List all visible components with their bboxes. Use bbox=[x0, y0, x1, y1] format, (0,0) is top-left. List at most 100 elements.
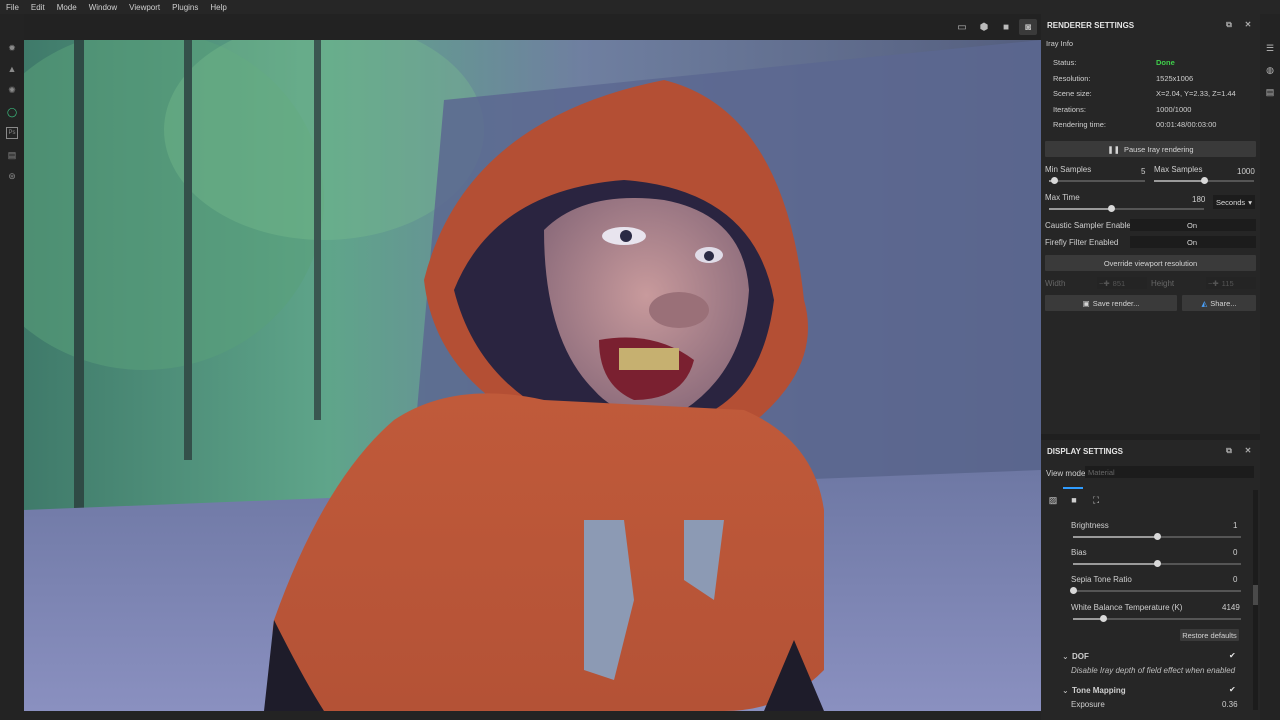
close-icon[interactable]: ✕ bbox=[1243, 20, 1253, 30]
left-toolbar: ✹ ▲ ✺ ◯ Ps ▤ ⊛ bbox=[0, 14, 24, 720]
frame-icon[interactable]: ▭ bbox=[953, 19, 971, 35]
white-balance-slider[interactable] bbox=[1073, 615, 1241, 622]
max-samples-slider[interactable] bbox=[1154, 177, 1254, 184]
save-icon: ▣ bbox=[1082, 298, 1090, 308]
min-samples-value: 5 bbox=[1141, 167, 1146, 176]
pause-iray-button[interactable]: ❚❚ Pause Iray rendering bbox=[1045, 141, 1256, 157]
firefly-label: Firefly Filter Enabled bbox=[1045, 238, 1119, 247]
close-icon[interactable]: ✕ bbox=[1243, 446, 1253, 456]
tone-mapping-checkbox[interactable]: ✔ bbox=[1229, 685, 1236, 694]
display-tab-bar: ▨ ■ ⛶ bbox=[1041, 483, 1260, 505]
exposure-value: 0.36 bbox=[1222, 700, 1238, 709]
camera-video-icon[interactable]: ■ bbox=[997, 19, 1015, 35]
display-settings-panel: DISPLAY SETTINGS ⧉ ✕ View mode Material … bbox=[1041, 440, 1260, 720]
status-value: Done bbox=[1156, 58, 1175, 67]
camera-icon[interactable]: ◙ bbox=[1019, 19, 1037, 35]
frame-tab-icon[interactable]: ⛶ bbox=[1086, 491, 1106, 509]
time-unit-select[interactable]: Seconds ▾ bbox=[1213, 195, 1255, 209]
render-image bbox=[24, 40, 1041, 711]
slider-knob[interactable] bbox=[1100, 615, 1108, 622]
exposure-label: Exposure bbox=[1071, 700, 1105, 709]
brightness-slider[interactable] bbox=[1073, 533, 1241, 540]
min-samples-slider[interactable] bbox=[1049, 177, 1145, 184]
minus-plus-icon: −✚ bbox=[1208, 278, 1219, 288]
gear-icon[interactable]: ✹ bbox=[6, 42, 18, 54]
height-input[interactable]: −✚ 115 bbox=[1206, 277, 1256, 289]
chevron-down-icon: ▾ bbox=[1248, 197, 1252, 207]
settings-icon[interactable]: ✺ bbox=[6, 84, 18, 96]
display-settings-header: DISPLAY SETTINGS ⧉ ✕ bbox=[1041, 440, 1260, 462]
max-samples-label: Max Samples bbox=[1154, 165, 1203, 174]
slider-knob[interactable] bbox=[1154, 533, 1161, 540]
max-samples-value: 1000 bbox=[1237, 167, 1255, 176]
document-icon[interactable]: ▤ bbox=[6, 149, 18, 161]
info-row-resolution: Resolution: 1525x1006 bbox=[1053, 74, 1194, 83]
sepia-value: 0 bbox=[1233, 575, 1238, 584]
bias-slider[interactable] bbox=[1073, 560, 1241, 567]
warning-icon[interactable]: ▲ bbox=[6, 63, 18, 75]
save-render-button[interactable]: ▣ Save render... bbox=[1045, 295, 1177, 311]
min-samples-label: Min Samples bbox=[1045, 165, 1092, 174]
slider-knob[interactable] bbox=[1050, 177, 1058, 184]
info-row-iterations: Iterations: 1000/1000 bbox=[1053, 105, 1192, 114]
slider-knob[interactable] bbox=[1154, 560, 1161, 567]
brightness-label: Brightness bbox=[1071, 521, 1109, 530]
caustic-toggle[interactable]: On bbox=[1130, 219, 1256, 231]
photoshop-icon[interactable]: Ps bbox=[6, 127, 18, 139]
tone-mapping-section-label: Tone Mapping bbox=[1072, 686, 1126, 695]
restore-defaults-button[interactable]: Restore defaults bbox=[1180, 629, 1239, 641]
slider-knob[interactable] bbox=[1201, 177, 1208, 184]
brightness-value: 1 bbox=[1233, 521, 1238, 530]
sepia-slider[interactable] bbox=[1070, 587, 1241, 594]
dof-section-label: DOF bbox=[1072, 652, 1089, 661]
menu-viewport[interactable]: Viewport bbox=[129, 3, 160, 12]
dof-description: Disable Iray depth of field effect when … bbox=[1071, 666, 1236, 675]
slider-knob[interactable] bbox=[1108, 205, 1115, 212]
share-icon: ◭ bbox=[1201, 298, 1208, 308]
pause-icon: ❚❚ bbox=[1107, 144, 1120, 154]
camera-tab-icon[interactable]: ■ bbox=[1064, 491, 1084, 509]
viewport-toolbar: ▭ ⬢ ■ ◙ bbox=[24, 14, 1041, 40]
view-mode-select[interactable]: Material bbox=[1085, 466, 1254, 478]
firefly-toggle[interactable]: On bbox=[1130, 236, 1256, 248]
width-input[interactable]: −✚ 851 bbox=[1097, 277, 1147, 289]
dof-checkbox[interactable]: ✔ bbox=[1229, 651, 1236, 660]
viewport-bottom-bar bbox=[24, 711, 1041, 720]
white-balance-value: 4149 bbox=[1222, 603, 1240, 612]
render-viewport[interactable] bbox=[24, 40, 1041, 711]
override-resolution-button[interactable]: Override viewport resolution bbox=[1045, 255, 1256, 271]
chevron-down-icon[interactable]: ⌄ bbox=[1062, 686, 1069, 695]
slider-knob[interactable] bbox=[1070, 587, 1077, 594]
max-time-label: Max Time bbox=[1045, 193, 1080, 202]
right-icon-strip: ☰ ◍ ▤ bbox=[1260, 14, 1280, 720]
minus-plus-icon: −✚ bbox=[1099, 278, 1110, 288]
bias-value: 0 bbox=[1233, 548, 1238, 557]
width-label: Width bbox=[1045, 279, 1066, 288]
layers-icon[interactable]: ☰ bbox=[1264, 42, 1276, 54]
cube-icon[interactable]: ⬢ bbox=[975, 19, 993, 35]
menu-mode[interactable]: Mode bbox=[57, 3, 77, 12]
menu-file[interactable]: File bbox=[6, 3, 19, 12]
max-time-slider[interactable] bbox=[1049, 205, 1204, 212]
info-row-status: Status: Done bbox=[1053, 58, 1175, 67]
render-icon[interactable]: ◯ bbox=[6, 106, 18, 118]
chevron-down-icon[interactable]: ⌄ bbox=[1062, 652, 1069, 661]
document-icon[interactable]: ▤ bbox=[1264, 86, 1276, 98]
renderer-settings-title: RENDERER SETTINGS bbox=[1047, 20, 1135, 30]
display-settings-title: DISPLAY SETTINGS bbox=[1047, 446, 1124, 456]
undock-icon[interactable]: ⧉ bbox=[1224, 20, 1234, 30]
white-balance-label: White Balance Temperature (K) bbox=[1071, 603, 1183, 612]
menu-bar: File Edit Mode Window Viewport Plugins H… bbox=[0, 0, 1280, 14]
share-button[interactable]: ◭ Share... bbox=[1182, 295, 1256, 311]
sepia-label: Sepia Tone Ratio bbox=[1071, 575, 1132, 584]
display-scrollbar[interactable] bbox=[1253, 490, 1258, 710]
image-tab-icon[interactable]: ▨ bbox=[1043, 491, 1063, 509]
globe-icon[interactable]: ⊛ bbox=[6, 170, 18, 182]
menu-edit[interactable]: Edit bbox=[31, 3, 45, 12]
menu-plugins[interactable]: Plugins bbox=[172, 3, 198, 12]
height-label: Height bbox=[1151, 279, 1175, 288]
globe-icon[interactable]: ◍ bbox=[1264, 64, 1276, 76]
menu-window[interactable]: Window bbox=[89, 3, 117, 12]
menu-help[interactable]: Help bbox=[210, 3, 226, 12]
undock-icon[interactable]: ⧉ bbox=[1224, 446, 1234, 456]
